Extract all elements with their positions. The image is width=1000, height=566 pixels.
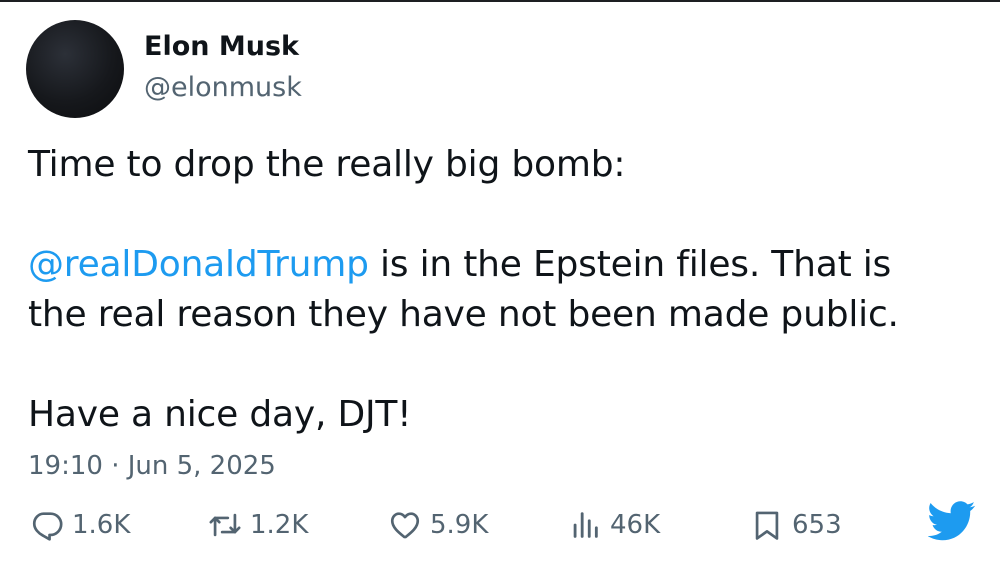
retweet-icon	[209, 513, 241, 537]
tweet-line: Time to drop the really big bomb:	[28, 144, 626, 185]
tweet-line: Have a nice day, DJT!	[28, 394, 412, 435]
reply-icon	[32, 512, 63, 541]
handle[interactable]: @elonmusk	[144, 72, 302, 103]
like-button[interactable]: 5.9K	[388, 500, 488, 550]
views-icon	[573, 512, 598, 538]
action-bar: 1.6K 1.2K 5.9K 46K 653	[0, 500, 1000, 550]
retweet-count: 1.2K	[250, 510, 309, 540]
mention-link[interactable]: @realDonaldTrump	[28, 244, 369, 285]
tweet-line-text: is in the Epstein files. That is	[368, 244, 892, 285]
twitter-bird-icon[interactable]	[928, 500, 976, 542]
avatar[interactable]	[26, 20, 124, 118]
retweet-button[interactable]: 1.2K	[208, 500, 308, 550]
top-border	[0, 0, 1000, 2]
views-button[interactable]: 46K	[568, 500, 660, 550]
heart-icon	[390, 512, 420, 539]
views-count: 46K	[610, 510, 661, 540]
display-name[interactable]: Elon Musk	[144, 31, 299, 62]
like-count: 5.9K	[430, 510, 489, 540]
bookmark-button[interactable]: 653	[750, 500, 842, 550]
reply-count: 1.6K	[72, 510, 131, 540]
tweet-line: the real reason they have not been made …	[28, 294, 899, 335]
bookmark-icon	[755, 511, 779, 540]
bookmark-count: 653	[792, 510, 842, 540]
reply-button[interactable]: 1.6K	[30, 500, 130, 550]
tweet-text: Time to drop the really big bomb: @realD…	[28, 140, 968, 440]
timestamp[interactable]: 19:10 · Jun 5, 2025	[28, 451, 276, 481]
tweet-line: @realDonaldTrump is in the Epstein files…	[28, 240, 968, 290]
